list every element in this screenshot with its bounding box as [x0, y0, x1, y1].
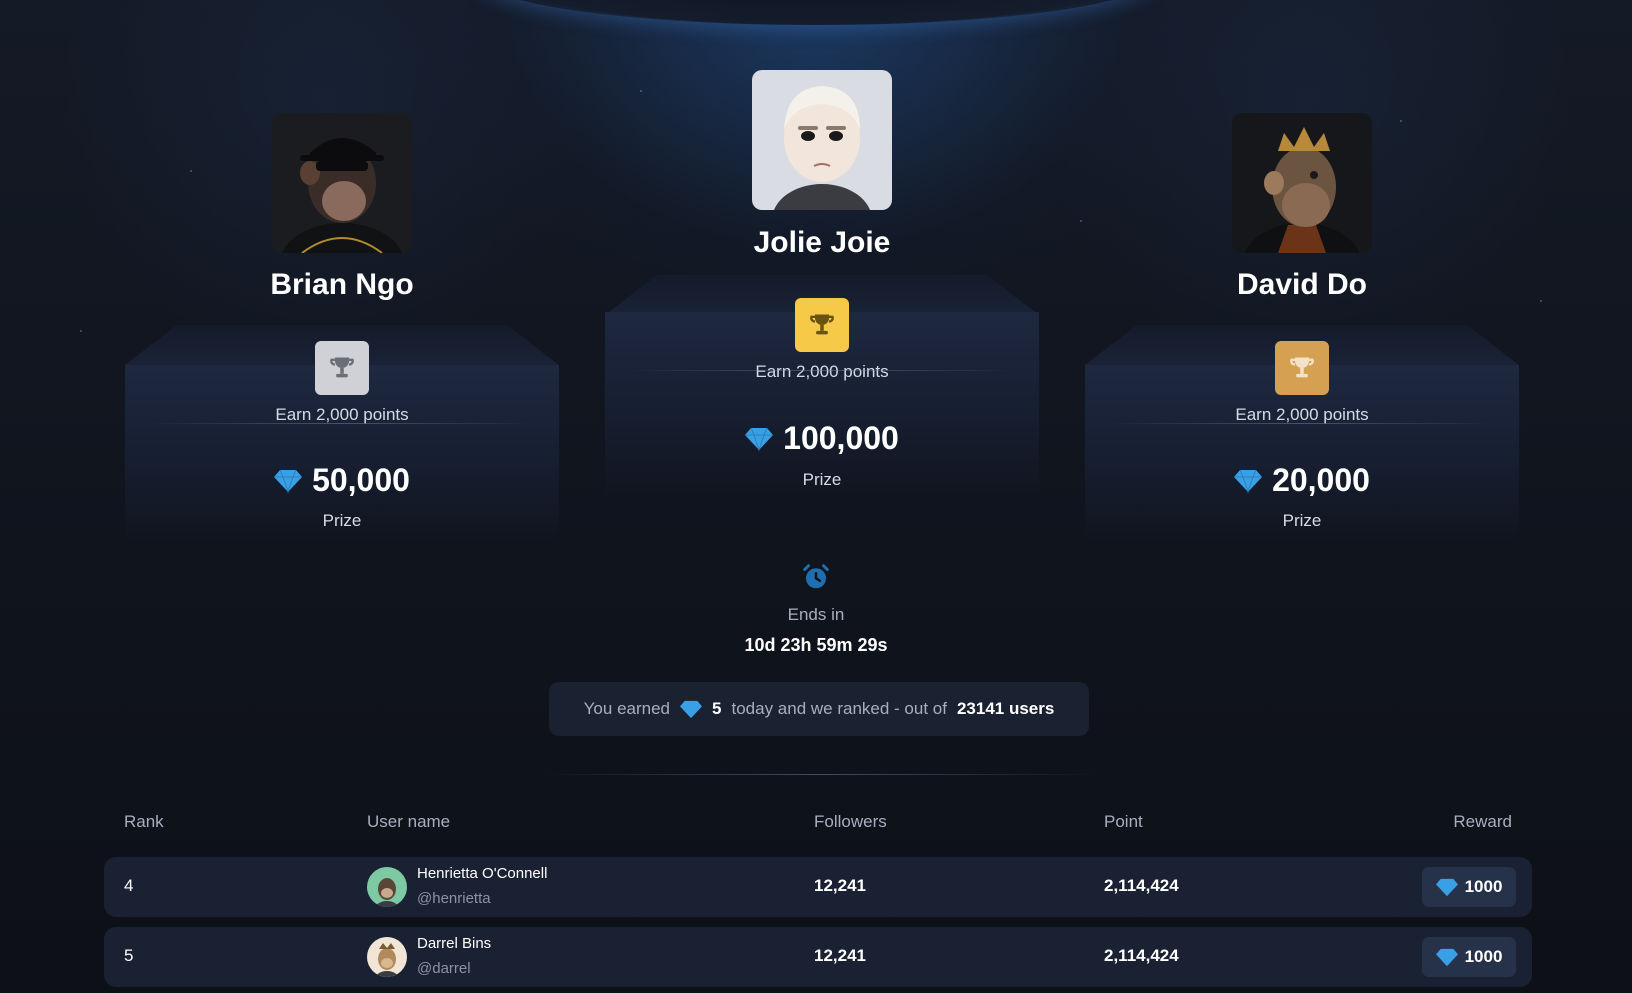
countdown-time: 10d 23h 59m 29s — [744, 635, 888, 655]
reward-badge: 1000 — [1422, 867, 1516, 907]
podium-divider — [1109, 423, 1495, 424]
star-decoration — [1540, 300, 1542, 302]
podium-divider — [629, 370, 1015, 371]
star-decoration — [1400, 120, 1402, 122]
earned-summary: You earned 5 today and we ranked - out o… — [549, 682, 1089, 736]
prize-amount: 100,000 — [783, 420, 899, 456]
gem-icon — [1234, 469, 1263, 493]
bored-ape-avatar[interactable] — [272, 113, 412, 253]
row-followers: 12,241 — [814, 876, 866, 895]
prize-row: 50,000 — [125, 462, 559, 499]
ends-in-label: Ends in — [787, 605, 845, 624]
prize-amount: 20,000 — [1272, 462, 1370, 498]
leaderboard-table-header: Rank User name Followers Point Reward — [104, 812, 1532, 838]
podium-name: David Do — [1236, 268, 1368, 301]
earned-amount: 5 — [712, 699, 722, 718]
star-decoration — [80, 330, 82, 332]
row-rank: 4 — [124, 876, 134, 895]
table-row[interactable]: 4 Henrietta O'Connell @henrietta 12,241 … — [104, 857, 1532, 917]
section-divider — [540, 774, 1100, 775]
row-point: 2,114,424 — [1104, 876, 1179, 895]
podium-divider — [149, 423, 535, 424]
cartoon-character-avatar[interactable] — [752, 70, 892, 210]
star-decoration — [1080, 220, 1082, 222]
header-reward[interactable]: Reward — [1453, 812, 1512, 832]
gem-icon — [1435, 948, 1458, 966]
star-decoration — [190, 170, 192, 172]
reward-badge: 1000 — [1422, 937, 1516, 977]
header-followers[interactable]: Followers — [814, 812, 887, 832]
table-row[interactable]: 5 Darrel Bins @darrel 12,241 2,114,424 1… — [104, 927, 1532, 987]
gold-trophy-badge — [795, 298, 849, 352]
header-point[interactable]: Point — [1104, 812, 1143, 832]
earn-text: Earn 2,000 points — [755, 362, 889, 381]
gem-icon — [274, 469, 303, 493]
countdown: Ends in 10d 23h 59m 29s — [616, 562, 1016, 656]
trophy-icon — [330, 357, 354, 378]
row-rank: 5 — [124, 946, 134, 965]
user-avatar[interactable] — [367, 867, 407, 907]
prize-label: Prize — [322, 511, 362, 530]
earned-middle: today and we ranked - out of — [731, 699, 947, 718]
earned-total-users: 23141 users — [956, 699, 1055, 718]
silver-trophy-badge — [315, 341, 369, 395]
header-username[interactable]: User name — [367, 812, 450, 832]
leaderboard-page: Brian Ngo Earn 2,000 points 50,000 Prize — [0, 0, 1632, 993]
alarm-clock-icon — [803, 564, 829, 589]
crowned-ape-avatar[interactable] — [1232, 113, 1372, 253]
user-name: Darrel Bins — [417, 935, 492, 952]
row-point: 2,114,424 — [1104, 946, 1179, 965]
prize-label: Prize — [1282, 511, 1322, 530]
user-name: Henrietta O'Connell — [417, 865, 548, 882]
earn-text: Earn 2,000 points — [1235, 405, 1369, 424]
earn-text: Earn 2,000 points — [275, 405, 409, 424]
trophy-icon — [810, 314, 834, 335]
trophy-icon — [1290, 357, 1314, 378]
row-followers: 12,241 — [814, 946, 866, 965]
earned-prefix: You earned — [583, 699, 671, 718]
star-decoration — [640, 90, 642, 92]
prize-row: 20,000 — [1085, 462, 1519, 499]
reward-amount: 1000 — [1464, 947, 1503, 966]
header-rank[interactable]: Rank — [124, 812, 164, 832]
prize-label: Prize — [802, 470, 842, 489]
user-handle: @darrel — [417, 960, 471, 977]
podium-name: Brian Ngo — [270, 268, 414, 301]
gem-icon — [680, 700, 703, 718]
gem-icon — [745, 427, 774, 451]
prize-row: 100,000 — [605, 420, 1039, 457]
top-spotlight-arc — [480, 0, 1152, 25]
user-avatar[interactable] — [367, 937, 407, 977]
bronze-trophy-badge — [1275, 341, 1329, 395]
podium-name: Jolie Joie — [753, 226, 891, 259]
gem-icon — [1435, 878, 1458, 896]
reward-amount: 1000 — [1464, 877, 1503, 896]
prize-amount: 50,000 — [312, 462, 410, 498]
user-handle: @henrietta — [417, 890, 491, 907]
